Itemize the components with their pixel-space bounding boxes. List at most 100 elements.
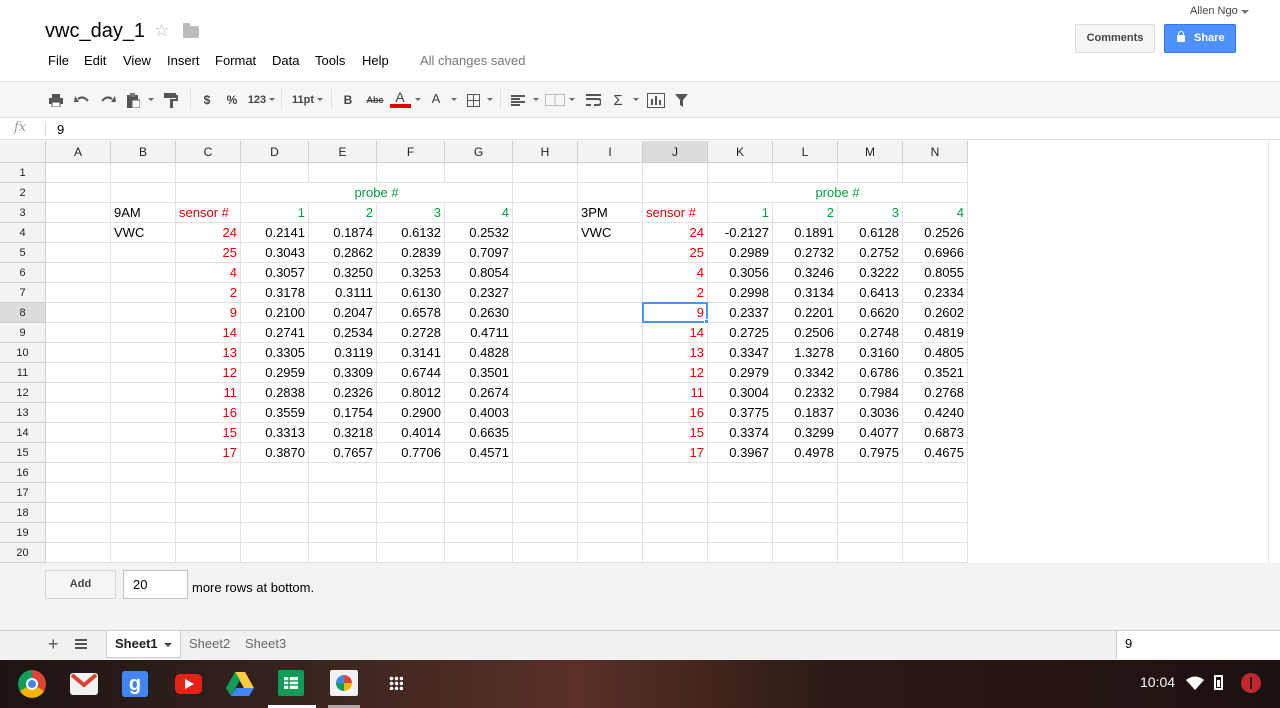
cell-m18[interactable] (838, 503, 903, 523)
user-menu-chevron-icon[interactable] (1241, 10, 1249, 14)
cell-h16[interactable] (513, 463, 578, 483)
cell-k2[interactable]: probe # (708, 183, 968, 203)
youtube-icon[interactable] (175, 674, 202, 694)
borders-chevron-down-icon[interactable] (487, 98, 493, 101)
cell-b5[interactable] (111, 243, 176, 263)
cell-f14[interactable]: 0.4014 (377, 423, 445, 443)
cell-h2[interactable] (513, 183, 578, 203)
cell-g14[interactable]: 0.6635 (445, 423, 513, 443)
cell-h18[interactable] (513, 503, 578, 523)
cell-l15[interactable]: 0.4978 (773, 443, 838, 463)
paste-icon[interactable] (125, 92, 141, 108)
cell-m19[interactable] (838, 523, 903, 543)
cell-g11[interactable]: 0.3501 (445, 363, 513, 383)
cell-h1[interactable] (513, 163, 578, 183)
row-header-15[interactable]: 15 (0, 443, 46, 463)
cell-m13[interactable]: 0.3036 (838, 403, 903, 423)
cell-e19[interactable] (309, 523, 377, 543)
strikethrough-button[interactable]: Abc (365, 92, 385, 108)
cell-h19[interactable] (513, 523, 578, 543)
cell-a4[interactable] (46, 223, 111, 243)
cell-d13[interactable]: 0.3559 (241, 403, 309, 423)
cell-b8[interactable] (111, 303, 176, 323)
menu-tools[interactable]: Tools (315, 53, 345, 68)
cell-l6[interactable]: 0.3246 (773, 263, 838, 283)
cell-d7[interactable]: 0.3178 (241, 283, 309, 303)
row-header-12[interactable]: 12 (0, 383, 46, 403)
cell-f6[interactable]: 0.3253 (377, 263, 445, 283)
cell-l5[interactable]: 0.2732 (773, 243, 838, 263)
cell-i2[interactable] (578, 183, 643, 203)
cell-m8[interactable]: 0.6620 (838, 303, 903, 323)
all-sheets-menu-icon[interactable] (75, 639, 87, 649)
cell-g9[interactable]: 0.4711 (445, 323, 513, 343)
cell-k1[interactable] (708, 163, 773, 183)
row-header-1[interactable]: 1 (0, 163, 46, 183)
cell-g3[interactable]: 4 (445, 203, 513, 223)
cell-f16[interactable] (377, 463, 445, 483)
cell-i15[interactable] (578, 443, 643, 463)
row-header-13[interactable]: 13 (0, 403, 46, 423)
cell-i7[interactable] (578, 283, 643, 303)
cell-f7[interactable]: 0.6130 (377, 283, 445, 303)
number-format-chevron-down-icon[interactable] (269, 98, 275, 101)
cell-f5[interactable]: 0.2839 (377, 243, 445, 263)
cell-e3[interactable]: 2 (309, 203, 377, 223)
insert-chart-icon[interactable] (646, 92, 666, 108)
cell-d18[interactable] (241, 503, 309, 523)
cell-b19[interactable] (111, 523, 176, 543)
tab-sheet1-chevron-down-icon[interactable] (164, 643, 172, 647)
percent-format-button[interactable]: % (225, 92, 239, 108)
photos-icon[interactable] (330, 670, 358, 696)
column-header-i[interactable]: I (578, 141, 643, 163)
column-header-d[interactable]: D (241, 141, 309, 163)
cell-m1[interactable] (838, 163, 903, 183)
cell-m14[interactable]: 0.4077 (838, 423, 903, 443)
cell-a20[interactable] (46, 543, 111, 563)
cell-g20[interactable] (445, 543, 513, 563)
cell-m3[interactable]: 3 (838, 203, 903, 223)
cell-j19[interactable] (643, 523, 708, 543)
cell-a18[interactable] (46, 503, 111, 523)
cell-l16[interactable] (773, 463, 838, 483)
cell-c11[interactable]: 12 (176, 363, 241, 383)
column-header-l[interactable]: L (773, 141, 838, 163)
cell-c8[interactable]: 9 (176, 303, 241, 323)
gmail-icon[interactable] (70, 673, 98, 695)
cell-j16[interactable] (643, 463, 708, 483)
cell-a15[interactable] (46, 443, 111, 463)
cell-n13[interactable]: 0.4240 (903, 403, 968, 423)
cell-b18[interactable] (111, 503, 176, 523)
cell-f11[interactable]: 0.6744 (377, 363, 445, 383)
cell-n14[interactable]: 0.6873 (903, 423, 968, 443)
cell-d10[interactable]: 0.3305 (241, 343, 309, 363)
cell-c18[interactable] (176, 503, 241, 523)
cell-c15[interactable]: 17 (176, 443, 241, 463)
cell-c17[interactable] (176, 483, 241, 503)
number-format-button[interactable]: 123 (246, 92, 268, 108)
cell-d19[interactable] (241, 523, 309, 543)
cell-h11[interactable] (513, 363, 578, 383)
cell-m5[interactable]: 0.2752 (838, 243, 903, 263)
cell-k13[interactable]: 0.3775 (708, 403, 773, 423)
menu-format[interactable]: Format (215, 53, 256, 68)
cell-n5[interactable]: 0.6966 (903, 243, 968, 263)
cell-k16[interactable] (708, 463, 773, 483)
clock[interactable]: 10:04 (1140, 674, 1175, 690)
cell-f18[interactable] (377, 503, 445, 523)
cell-c4[interactable]: 24 (176, 223, 241, 243)
cell-f9[interactable]: 0.2728 (377, 323, 445, 343)
cell-e6[interactable]: 0.3250 (309, 263, 377, 283)
cell-a8[interactable] (46, 303, 111, 323)
cell-n7[interactable]: 0.2334 (903, 283, 968, 303)
column-header-m[interactable]: M (838, 141, 903, 163)
merge-chevron-down-icon[interactable] (569, 98, 575, 101)
cell-i5[interactable] (578, 243, 643, 263)
cell-b11[interactable] (111, 363, 176, 383)
cell-e15[interactable]: 0.7657 (309, 443, 377, 463)
cell-k15[interactable]: 0.3967 (708, 443, 773, 463)
cell-k14[interactable]: 0.3374 (708, 423, 773, 443)
spreadsheet-grid[interactable]: ABCDEFGHIJKLMN 1 2 3 4 5 6 7 8 9 10 11 12 13 14 15 16 17… (0, 141, 968, 563)
redo-icon[interactable] (99, 92, 117, 108)
cell-n9[interactable]: 0.4819 (903, 323, 968, 343)
